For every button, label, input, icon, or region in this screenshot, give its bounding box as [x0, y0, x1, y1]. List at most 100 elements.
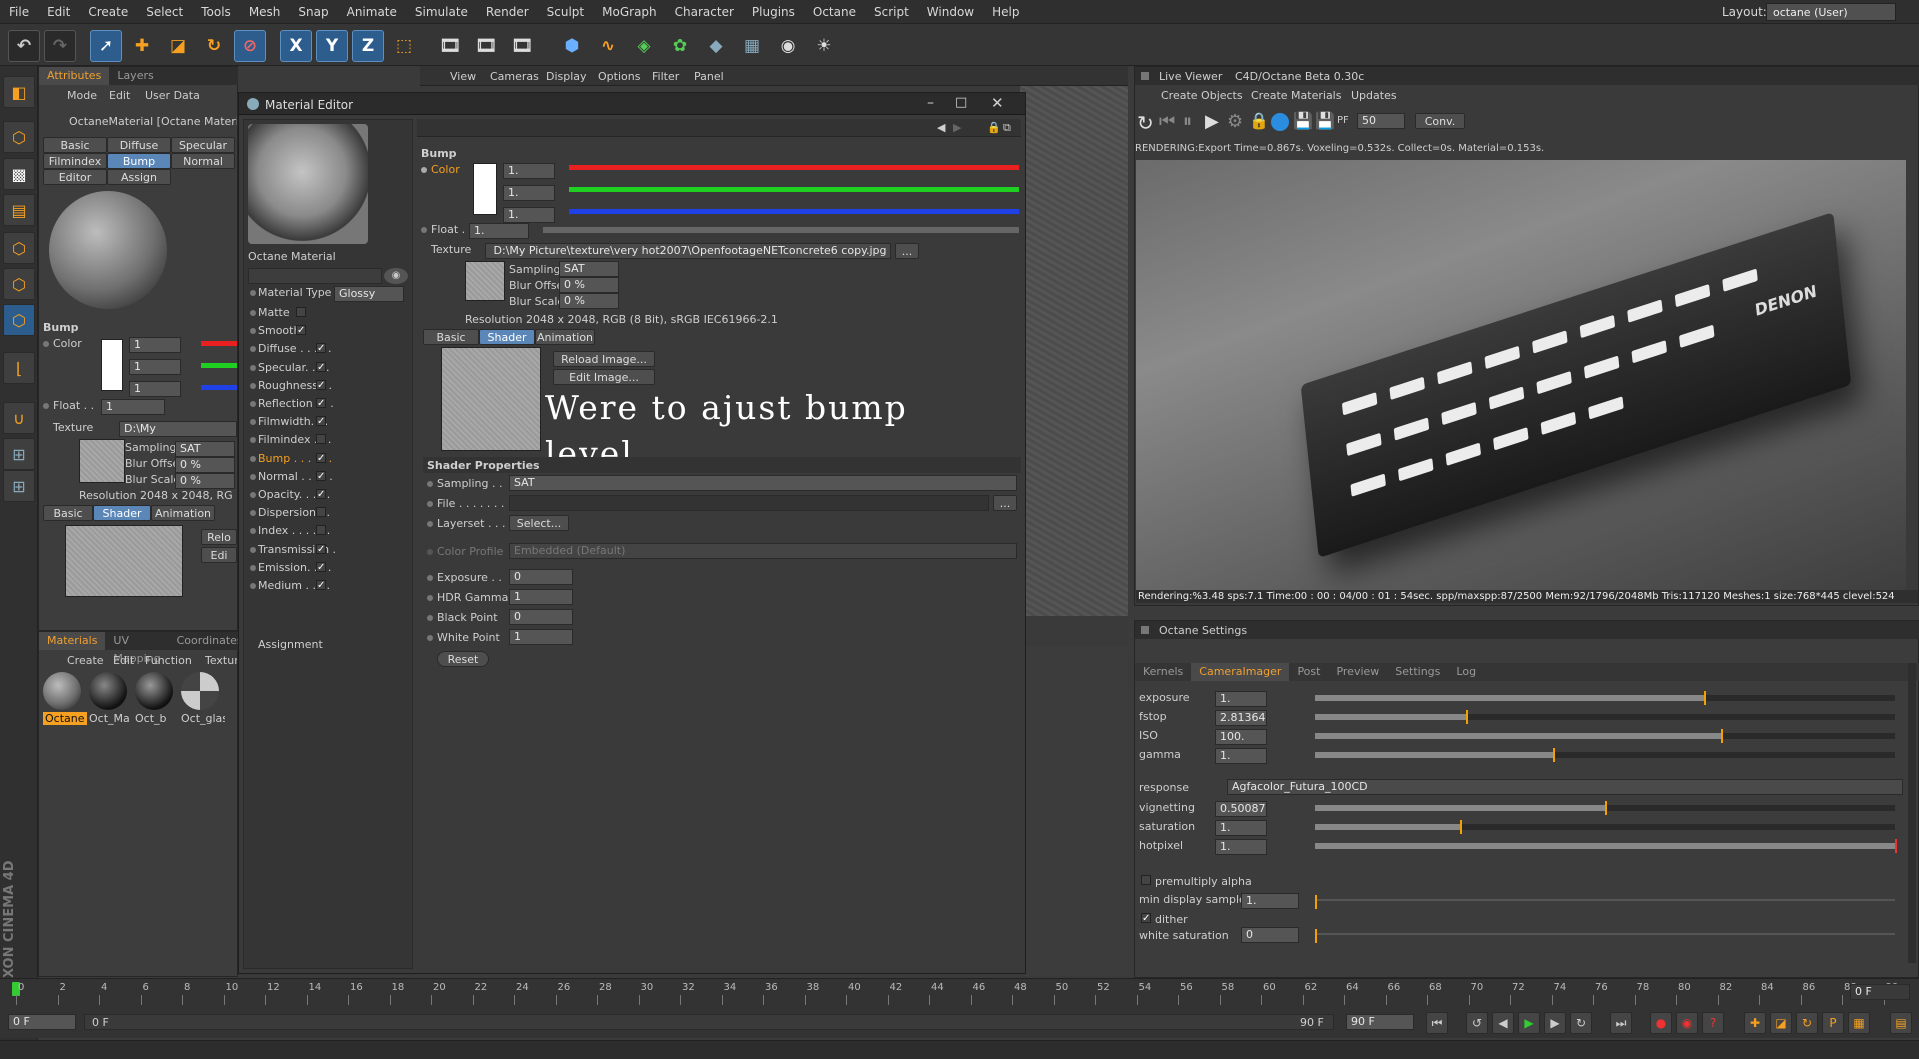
mat-menu-texture[interactable]: Texture — [205, 654, 237, 667]
pause-icon[interactable]: ⏸ — [1183, 111, 1192, 132]
key-position-icon[interactable]: ✚ — [1744, 1012, 1766, 1034]
save-all-icon[interactable]: 💾 — [1315, 111, 1335, 130]
keyframe-dot[interactable] — [427, 595, 433, 601]
reload-image-button[interactable]: Reload Image... — [553, 351, 655, 367]
material-name[interactable]: Oct_Mat — [89, 712, 129, 725]
keyframe-dot[interactable] — [250, 455, 256, 462]
attr-texture-path[interactable]: D:\My Picture\texture\very — [119, 421, 237, 437]
imager-slider[interactable] — [1315, 710, 1895, 724]
keyframe-dot[interactable] — [427, 635, 433, 641]
texture-browse-button[interactable]: ... — [895, 243, 919, 259]
pf-icon[interactable]: PF — [1337, 115, 1349, 126]
editor-tab-shader[interactable]: Shader — [479, 329, 535, 345]
attr-btn-assign[interactable]: Assign — [107, 169, 171, 185]
keyframe-dot[interactable] — [250, 346, 256, 353]
attr-red-slider[interactable] — [201, 341, 237, 346]
menu-animate[interactable]: Animate — [338, 5, 406, 19]
keyframe-dot[interactable] — [250, 437, 256, 444]
prev-frame-icon[interactable]: ◀ — [1492, 1012, 1514, 1034]
material-thumb[interactable] — [89, 672, 127, 710]
settings-gear-icon[interactable]: ⚙ — [1227, 111, 1243, 132]
attr-green-slider[interactable] — [201, 363, 237, 368]
white-point-field[interactable]: 1 — [509, 629, 573, 645]
y-axis-icon[interactable]: Y — [316, 30, 348, 62]
keyframe-dot[interactable] — [250, 419, 256, 426]
key-pla-icon[interactable]: ▦ — [1848, 1012, 1870, 1034]
menu-snap[interactable]: Snap — [289, 5, 337, 19]
goto-end-icon[interactable]: ⏭ — [1610, 1012, 1632, 1034]
imager-value-field[interactable]: 1. — [1215, 691, 1267, 707]
channel-checkbox[interactable]: ✓ — [316, 398, 326, 409]
imager-value-field[interactable]: 1. — [1215, 748, 1267, 764]
tab-preview[interactable]: Preview — [1328, 663, 1387, 681]
bump-texture-path[interactable]: D:\My Picture\texture\very hot2007\Openf… — [485, 243, 891, 259]
workplane-lock-icon[interactable]: ⊞ — [3, 470, 35, 502]
refresh-icon[interactable]: ↻ — [1137, 111, 1154, 135]
dither-checkbox[interactable]: ✓ — [1141, 913, 1151, 924]
attr-blue-slider[interactable] — [201, 385, 237, 390]
polygons-mode-icon[interactable]: ⬡ — [3, 304, 35, 336]
save-icon[interactable]: 💾 — [1293, 111, 1313, 130]
keyframe-dot[interactable] — [250, 473, 256, 480]
select-arrow-icon[interactable]: ➚ — [90, 30, 122, 62]
editor-material-name[interactable]: Octane Material — [248, 250, 336, 263]
min-display-sample-field[interactable]: 1. — [1241, 893, 1299, 909]
keyframe-dot[interactable] — [250, 510, 256, 517]
keyframe-dot[interactable] — [43, 341, 49, 347]
keyframe-dot[interactable] — [421, 227, 427, 233]
slider-knob[interactable] — [1465, 710, 1468, 724]
layout-select[interactable]: octane (User) — [1766, 3, 1896, 21]
min-display-sample-slider[interactable] — [1315, 895, 1895, 909]
channel-label[interactable]: Matte — [258, 306, 290, 319]
keyframe-dot[interactable] — [427, 521, 433, 527]
mograph-icon[interactable]: ✿ — [664, 30, 696, 62]
bump-red-slider[interactable] — [569, 165, 1019, 170]
viewport-menu-options[interactable]: Options — [598, 70, 640, 83]
attr-tab-basic[interactable]: Basic — [43, 505, 93, 521]
prev-key-icon[interactable]: ↺ — [1466, 1012, 1488, 1034]
maximize-icon[interactable]: □ — [955, 95, 967, 110]
redo-icon[interactable]: ↷ — [44, 30, 76, 62]
reset-button[interactable]: Reset — [437, 651, 489, 667]
texture-mode-icon[interactable]: ▩ — [3, 158, 35, 190]
slider-knob[interactable] — [1460, 820, 1462, 834]
channel-checkbox[interactable]: ✓ — [316, 379, 326, 390]
panel-grip-icon[interactable] — [1141, 626, 1149, 634]
bump-sampling-value[interactable]: SAT — [559, 261, 619, 277]
attr-color-swatch[interactable] — [101, 339, 123, 391]
imager-value-field[interactable]: 1. — [1215, 839, 1267, 855]
bump-color-swatch[interactable] — [473, 163, 497, 215]
next-frame-icon[interactable]: ▶ — [1544, 1012, 1566, 1034]
attr-btn-editor[interactable]: Editor — [43, 169, 107, 185]
lv-menu-create-materials[interactable]: Create Materials — [1251, 89, 1341, 102]
conv-button[interactable]: Conv. — [1415, 113, 1465, 129]
white-saturation-field[interactable]: 0 — [1241, 927, 1299, 943]
keyframe-dot[interactable] — [250, 492, 256, 498]
viewport-menu-cameras[interactable]: Cameras — [490, 70, 539, 83]
channel-checkbox[interactable]: ✓ — [316, 470, 326, 481]
tab-materials[interactable]: Materials — [39, 632, 106, 650]
range-slider[interactable] — [84, 1014, 1334, 1030]
menu-window[interactable]: Window — [918, 5, 983, 19]
end-frame-field[interactable]: 90 F — [1346, 1014, 1414, 1030]
white-saturation-slider[interactable] — [1315, 929, 1895, 943]
sp-layerset-select[interactable]: Select... — [509, 515, 569, 531]
camera-icon[interactable]: ◉ — [772, 30, 804, 62]
tab-uv-mapping[interactable]: UV Mapping — [105, 632, 168, 665]
edges-mode-icon[interactable]: ⬡ — [3, 268, 35, 300]
tab-attributes[interactable]: Attributes — [39, 67, 110, 85]
edit-image-button[interactable]: Edit Image... — [553, 369, 655, 385]
hdr-gamma-field[interactable]: 1 — [509, 589, 573, 605]
render-view[interactable]: DENON — [1136, 160, 1906, 590]
viewport-menu-display[interactable]: Display — [546, 70, 587, 83]
key-rotation-icon[interactable]: ↻ — [1796, 1012, 1818, 1034]
viewport-menu-view[interactable]: View — [450, 70, 476, 83]
menu-character[interactable]: Character — [666, 5, 743, 19]
keyframe-dot[interactable] — [427, 575, 433, 581]
points-mode-icon[interactable]: ⬡ — [3, 232, 35, 264]
premultiply-alpha-checkbox[interactable] — [1141, 875, 1151, 885]
keyframe-dot[interactable] — [427, 501, 433, 507]
menu-mesh[interactable]: Mesh — [240, 5, 290, 19]
keyframe-dot[interactable] — [250, 382, 256, 389]
timeline-right-field[interactable]: 0 F — [1850, 984, 1910, 1000]
